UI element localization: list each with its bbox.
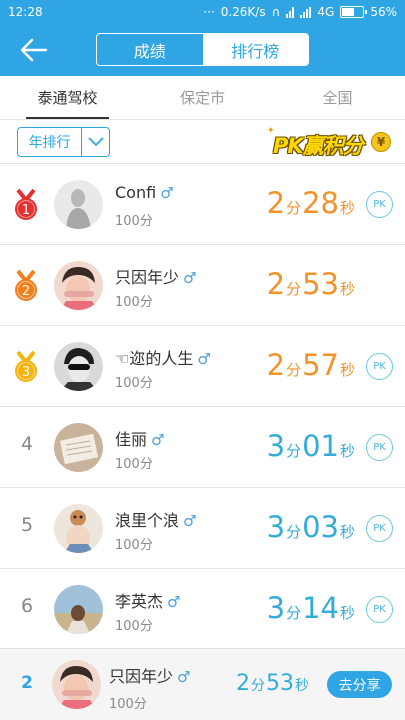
user-name: 佳丽 ♂ [115,430,165,449]
completion-time: 2分28秒 [266,186,355,220]
pk-button[interactable]: PK [366,515,393,542]
completion-time: 3分14秒 [266,591,355,625]
my-rank-bar: 2 只因年少 ♂ 100分 2分53秒 去分享 [0,648,405,720]
my-user-name: 只因年少 ♂ [109,667,191,686]
battery-level: 56% [370,5,397,19]
wifi-signal-icon [286,6,295,18]
pk-button[interactable]: PK [366,434,393,461]
medal-rank-text: 3 [22,365,30,380]
avatar[interactable] [54,504,103,553]
segment-ranking[interactable]: 排行榜 [202,34,308,65]
completion-time: 2分53秒 [266,267,355,301]
user-score: 100分 [115,538,153,553]
my-rank-number: 2 [21,673,33,693]
period-dropdown[interactable]: 年排行 [17,127,110,157]
network-speed: 0.26K/s [220,5,266,19]
app-header: 成绩 排行榜 [0,24,405,76]
male-icon: ♂ [167,593,181,611]
male-icon: ♂ [160,184,174,202]
scope-tabs: 泰通驾校 保定市 全国 [0,76,405,120]
headphones-icon: ∩ [271,5,281,19]
completion-time: 3分01秒 [266,429,355,463]
back-arrow-icon [20,38,48,62]
status-bar: 12:28 ··· 0.26K/s ∩ 4G 56% [0,0,405,24]
leaderboard-row[interactable]: 6 李英杰 ♂ 100分 3分14秒 PK [0,569,405,650]
male-icon: ♂ [151,431,165,449]
share-button[interactable]: 去分享 [327,671,392,698]
male-icon: ♂ [183,512,197,530]
user-score: 100分 [115,457,153,472]
avatar[interactable] [54,180,103,229]
user-score: 100分 [115,214,153,229]
chevron-down-icon [81,128,109,156]
pk-points-text: PK赢积分 [273,134,364,158]
male-icon: ♂ [197,350,211,368]
medal-icon-second: 2 [10,269,42,303]
male-icon: ♂ [177,668,191,686]
user-name: 浪里个浪 ♂ [115,511,197,530]
completion-time: 2分57秒 [266,348,355,382]
avatar[interactable] [54,585,103,634]
battery-icon [340,6,368,18]
user-score: 100分 [115,619,153,634]
leaderboard-row[interactable]: 5 浪里个浪 ♂ 100分 3分03秒 PK [0,488,405,569]
user-score: 100分 [115,295,153,310]
medal-icon-third: 3 [10,350,42,384]
user-score: 100分 [115,376,153,391]
leaderboard-row[interactable]: 1 Confi ♂ 100分 2分28秒 PK [0,164,405,245]
back-button[interactable] [18,36,50,64]
my-avatar[interactable] [52,660,101,709]
coin-icon: ¥ [371,132,391,152]
tab-school[interactable]: 泰通驾校 [0,76,135,119]
user-name: ☜迩的人生 ♂ [115,349,211,368]
filter-bar: 年排行 ✦ PK赢积分 ¥ [0,120,405,164]
user-name: Confi ♂ [115,183,174,202]
leaderboard-row[interactable]: 3 ☜迩的人生 ♂ 100分 2分57秒 PK [0,326,405,407]
my-score: 100分 [109,697,147,712]
pk-button[interactable]: PK [366,353,393,380]
tab-city[interactable]: 保定市 [135,76,270,119]
leaderboard-list: 1 Confi ♂ 100分 2分28秒 PK 2 只因年少 ♂ 100分 2分53… [0,164,405,650]
medal-icon-first: 1 [10,188,42,222]
more-icon: ··· [203,5,215,19]
pk-button[interactable]: PK [366,596,393,623]
completion-time: 3分03秒 [266,510,355,544]
leaderboard-row[interactable]: 2 只因年少 ♂ 100分 2分53秒 [0,245,405,326]
avatar[interactable] [54,423,103,472]
network-type: 4G [317,5,335,19]
avatar[interactable] [54,261,103,310]
segment-score[interactable]: 成绩 [97,34,203,65]
medal-rank-text: 2 [22,284,30,299]
rank-number: 6 [20,595,34,617]
user-name: 只因年少 ♂ [115,268,197,287]
pk-button[interactable]: PK [366,191,393,218]
status-indicators: ··· 0.26K/s ∩ 4G 56% [203,5,397,19]
period-dropdown-label: 年排行 [28,135,71,151]
medal-rank-text: 1 [22,203,30,218]
rank-number: 5 [20,514,34,536]
segment-control: 成绩 排行榜 [96,33,309,66]
pk-points-banner[interactable]: ✦ PK赢积分 ¥ [267,126,391,158]
user-name: 李英杰 ♂ [115,592,181,611]
avatar[interactable] [54,342,103,391]
my-completion-time: 2分53秒 [236,671,309,696]
male-icon: ♂ [183,269,197,287]
rank-number: 4 [20,433,34,455]
leaderboard-row[interactable]: 4 佳丽 ♂ 100分 3分01秒 PK [0,407,405,488]
tab-national[interactable]: 全国 [270,76,405,119]
cell-signal-icon [300,6,312,18]
